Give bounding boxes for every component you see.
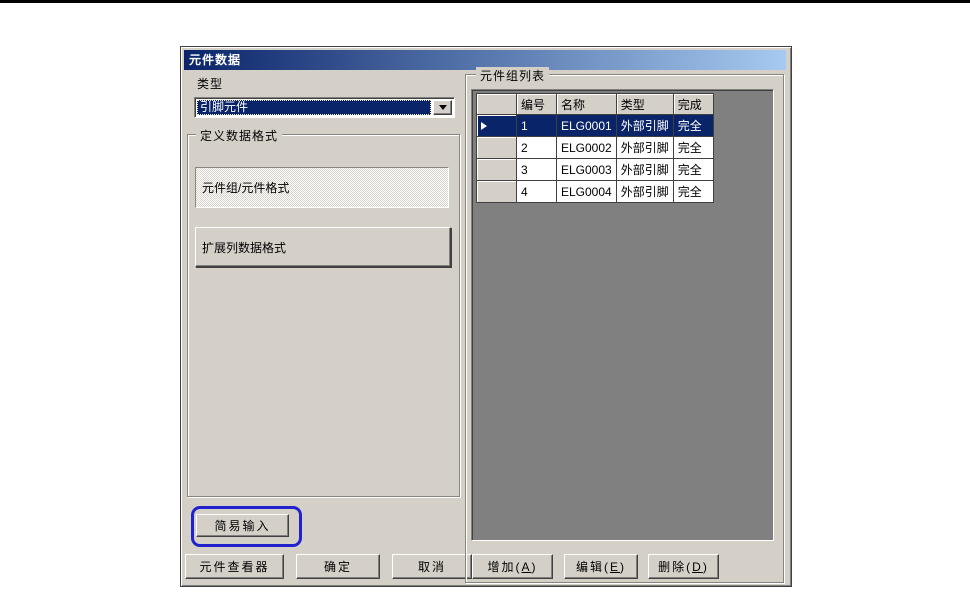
cell-number[interactable]: 3 <box>516 158 557 181</box>
cell-number[interactable]: 4 <box>516 180 557 203</box>
row-selector-cell[interactable] <box>476 136 517 159</box>
type-combobox-value: 引脚元件 <box>197 100 431 115</box>
delete-button[interactable]: 删除(D) <box>648 554 719 579</box>
ok-label: 确定 <box>323 560 352 574</box>
format-button-component-group[interactable]: 元件组/元件格式 <box>195 167 449 208</box>
edit-label-key: E <box>609 559 620 574</box>
edit-button[interactable]: 编辑(E) <box>564 554 638 579</box>
cell-type[interactable]: 外部引脚 <box>615 114 674 137</box>
chevron-down-icon <box>438 105 447 110</box>
cell-done[interactable]: 完全 <box>672 136 714 159</box>
page-top-rule <box>0 0 970 3</box>
cell-type[interactable]: 外部引脚 <box>615 180 674 203</box>
table-header-row: 编号 名称 类型 完成 <box>476 93 714 115</box>
cell-number[interactable]: 1 <box>516 114 557 137</box>
easy-input-button[interactable]: 简易输入 <box>196 514 289 537</box>
format-button-extended-column[interactable]: 扩展列数据格式 <box>195 227 451 267</box>
format-button-label: 扩展列数据格式 <box>202 240 287 255</box>
ok-button[interactable]: 确定 <box>296 554 380 579</box>
format-button-label: 元件组/元件格式 <box>202 181 290 195</box>
cell-name[interactable]: ELG0004 <box>556 180 617 203</box>
add-label-post: ) <box>531 559 538 574</box>
row-selector-cell[interactable] <box>476 158 517 181</box>
row-selector-cell[interactable] <box>476 114 517 137</box>
header-name[interactable]: 名称 <box>556 93 617 115</box>
combo-dropdown-button[interactable] <box>433 100 452 115</box>
format-groupbox-legend: 定义数据格式 <box>196 127 283 144</box>
table-row[interactable]: 4 ELG0004 外部引脚 完全 <box>476 180 714 203</box>
delete-label-post: ) <box>702 559 709 574</box>
component-list-legend: 元件组列表 <box>476 67 550 84</box>
easy-input-label: 简易输入 <box>214 519 271 533</box>
cell-done[interactable]: 完全 <box>672 158 714 181</box>
cancel-button[interactable]: 取消 <box>392 554 472 579</box>
delete-label-pre: 删除( <box>658 560 693 574</box>
cell-type[interactable]: 外部引脚 <box>615 136 674 159</box>
add-label-key: A <box>521 559 532 574</box>
header-number[interactable]: 编号 <box>516 93 557 115</box>
component-data-dialog: 元件数据 类型 引脚元件 定义数据格式 元件组/元件格式 扩展列数据格式 简易输… <box>180 46 792 587</box>
cell-done[interactable]: 完全 <box>672 180 714 203</box>
type-label: 类型 <box>197 77 224 91</box>
row-selector-cell[interactable] <box>476 180 517 203</box>
page: 元件数据 类型 引脚元件 定义数据格式 元件组/元件格式 扩展列数据格式 简易输… <box>0 0 970 593</box>
component-group-table: 编号 名称 类型 完成 1 ELG0001 外部引脚 完全 2 ELG0002 … <box>476 93 714 203</box>
cell-name[interactable]: ELG0002 <box>556 136 617 159</box>
header-selector <box>476 93 517 115</box>
row-selector-arrow-icon <box>481 121 487 130</box>
format-groupbox: 定义数据格式 元件组/元件格式 扩展列数据格式 <box>187 127 460 497</box>
delete-label-key: D <box>692 559 703 574</box>
component-group-grid[interactable]: 编号 名称 类型 完成 1 ELG0001 外部引脚 完全 2 ELG0002 … <box>471 89 774 541</box>
table-row[interactable]: 3 ELG0003 外部引脚 完全 <box>476 158 714 181</box>
component-viewer-button[interactable]: 元件查看器 <box>185 554 284 579</box>
table-row[interactable]: 1 ELG0001 外部引脚 完全 <box>476 114 714 137</box>
cell-name[interactable]: ELG0003 <box>556 158 617 181</box>
header-done[interactable]: 完成 <box>672 93 714 115</box>
edit-label-post: ) <box>620 559 626 574</box>
type-combobox[interactable]: 引脚元件 <box>194 97 455 118</box>
component-viewer-label: 元件查看器 <box>199 560 270 574</box>
table-row[interactable]: 2 ELG0002 外部引脚 完全 <box>476 136 714 159</box>
dialog-title: 元件数据 <box>189 53 242 67</box>
cell-name[interactable]: ELG0001 <box>556 114 617 137</box>
cell-done[interactable]: 完全 <box>672 114 714 137</box>
cell-type[interactable]: 外部引脚 <box>615 158 674 181</box>
add-label-pre: 增加( <box>487 560 522 574</box>
add-button[interactable]: 增加(A) <box>472 554 553 579</box>
edit-label-pre: 编辑( <box>575 560 610 574</box>
component-list-groupbox: 元件组列表 编号 名称 类型 完成 1 ELG0001 外部引脚 完全 2 EL… <box>465 67 784 583</box>
cell-number[interactable]: 2 <box>516 136 557 159</box>
cancel-label: 取消 <box>417 560 446 574</box>
header-type[interactable]: 类型 <box>615 93 674 115</box>
